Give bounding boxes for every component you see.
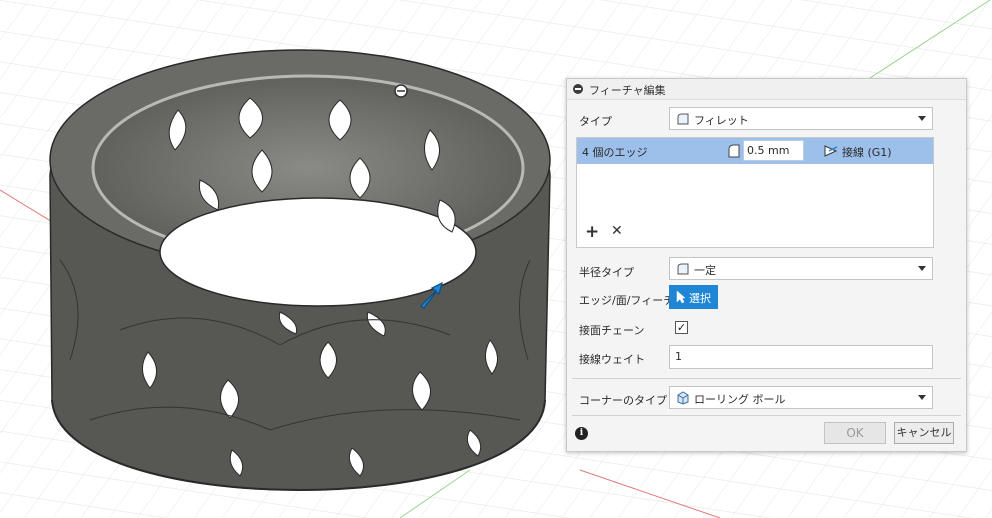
tangent-icon[interactable]: [823, 143, 839, 159]
edge-list[interactable]: 4 個のエッジ 0.5 mm 接線 (G1) + ✕: [576, 137, 934, 248]
tangent-chain-label: 接面チェーン: [579, 324, 645, 337]
sketch-marker-icon[interactable]: [394, 84, 408, 98]
corner-type-select[interactable]: ローリング ボール: [669, 386, 933, 409]
chevron-down-icon: [918, 266, 926, 271]
corner-type-value: ローリング ボール: [694, 393, 786, 406]
ok-button[interactable]: OK: [824, 422, 886, 444]
chevron-down-icon: [918, 116, 926, 121]
ring-hole: [159, 197, 477, 307]
dialog-titlebar[interactable]: フィーチャ編集: [567, 79, 966, 100]
select-button[interactable]: 選択: [669, 285, 718, 309]
edge-count-label: 4 個のエッジ: [582, 146, 648, 159]
tangent-weight-label: 接線ウェイト: [579, 353, 645, 366]
cancel-button[interactable]: キャンセル: [894, 422, 954, 444]
divider: [572, 378, 961, 379]
dialog-title: フィーチャ編集: [589, 84, 666, 97]
constant-radius-icon: [677, 263, 689, 275]
type-value: フィレット: [694, 114, 749, 127]
minus-circle-icon[interactable]: [573, 84, 583, 94]
edit-feature-dialog: フィーチャ編集 タイプ フィレット 4 個のエッジ 0.5 mm 接線 (G1)…: [566, 78, 967, 452]
edge-set-row[interactable]: 4 個のエッジ 0.5 mm 接線 (G1): [577, 138, 933, 164]
info-icon[interactable]: i: [575, 427, 588, 440]
type-select[interactable]: フィレット: [669, 107, 933, 130]
radius-type-select[interactable]: 一定: [669, 257, 933, 280]
radius-type-value: 一定: [694, 264, 716, 277]
tangent-weight-input[interactable]: 1: [669, 345, 933, 369]
divider: [572, 415, 961, 416]
radius-type-label: 半径タイプ: [579, 266, 634, 279]
fillet-icon: [677, 113, 689, 125]
plus-icon[interactable]: +: [585, 222, 599, 242]
select-button-label: 選択: [689, 292, 711, 305]
rolling-ball-icon: [677, 391, 689, 405]
ring-model[interactable]: [49, 49, 551, 491]
cursor-arrow-icon: [676, 290, 686, 304]
radius-input[interactable]: 0.5 mm: [743, 140, 804, 161]
continuity-label: 接線 (G1): [842, 146, 892, 159]
type-label: タイプ: [579, 115, 612, 128]
tangent-chain-checkbox[interactable]: ✓: [675, 321, 688, 334]
corner-type-label: コーナーのタイプ: [579, 394, 667, 407]
chevron-down-icon: [918, 395, 926, 400]
fillet-radius-icon: [728, 144, 740, 158]
close-icon[interactable]: ✕: [611, 223, 623, 239]
